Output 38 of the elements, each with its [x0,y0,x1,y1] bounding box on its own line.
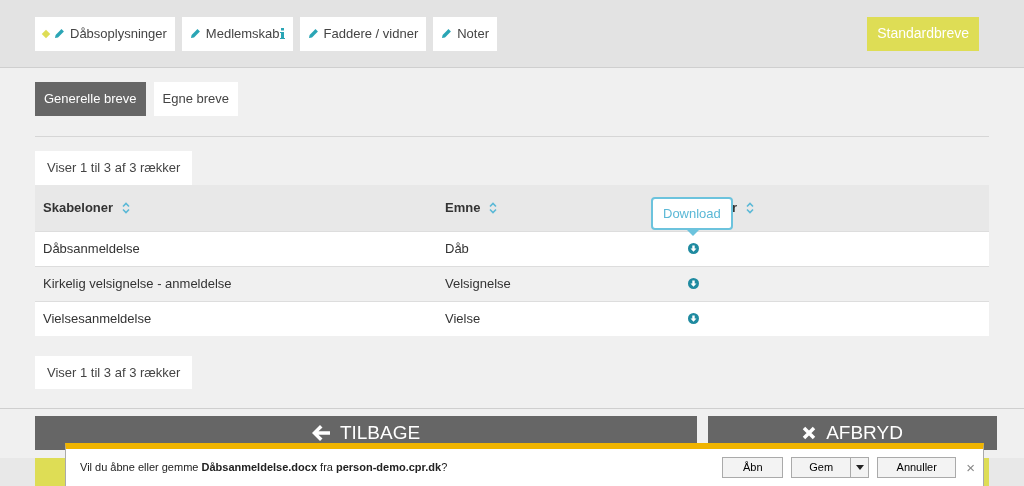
download-icon[interactable] [688,278,699,289]
open-button[interactable]: Åbn [722,457,784,478]
column-header[interactable]: Skabeloner [43,197,114,218]
close-button[interactable]: × [966,460,975,475]
table-cell-text: Velsignelse [444,274,512,293]
section-tab[interactable]: Medlemskab [181,16,293,51]
close-icon [802,426,817,440]
download-tooltip: Download [651,196,733,230]
tooltip-pointer-icon [686,228,700,236]
save-options-button[interactable] [851,457,870,478]
table-cell-text: Dåbsanmeldelse [42,239,141,258]
pencil-icon [441,28,453,39]
letter-tab[interactable]: Egne breve [153,82,238,116]
section-tab[interactable]: Faddere / vidner [299,16,427,51]
table-cell-text: Kirkelig velsignelse - anmeldelse [42,274,233,293]
caret-icon [855,465,864,470]
pencil-icon [54,28,65,39]
table-cell-text: Dåb [444,239,470,258]
letter-tab[interactable]: Generelle breve [35,82,146,116]
cancel-download-button[interactable]: Annuller [877,457,957,478]
column-header[interactable]: r [732,197,738,218]
table-cell-text: Vielsesanmeldelse [42,309,153,328]
download-icon[interactable] [688,243,699,254]
pencil-icon [189,28,201,39]
section-tab[interactable]: Dåbsoplysninger [35,16,175,51]
pencil-icon [307,28,319,39]
sort-icon [746,201,755,214]
save-button[interactable]: Gem [791,457,852,478]
arrow-left-icon [311,425,330,441]
row-count-info: Viser 1 til 3 af 3 rækker [35,151,193,185]
section-tab[interactable]: Noter [433,16,497,51]
sort-icon [122,201,131,214]
sort-icon [489,201,498,214]
row-count-info: Viser 1 til 3 af 3 rækker [35,355,193,389]
column-header[interactable]: Emne [445,197,481,218]
table-cell-text: Vielse [444,309,482,328]
download-prompt: Vil du åbne eller gemme Dåbsanmeldelse.docx fra person-demo.cpr.dk? [80,460,449,476]
download-icon[interactable] [688,313,699,324]
